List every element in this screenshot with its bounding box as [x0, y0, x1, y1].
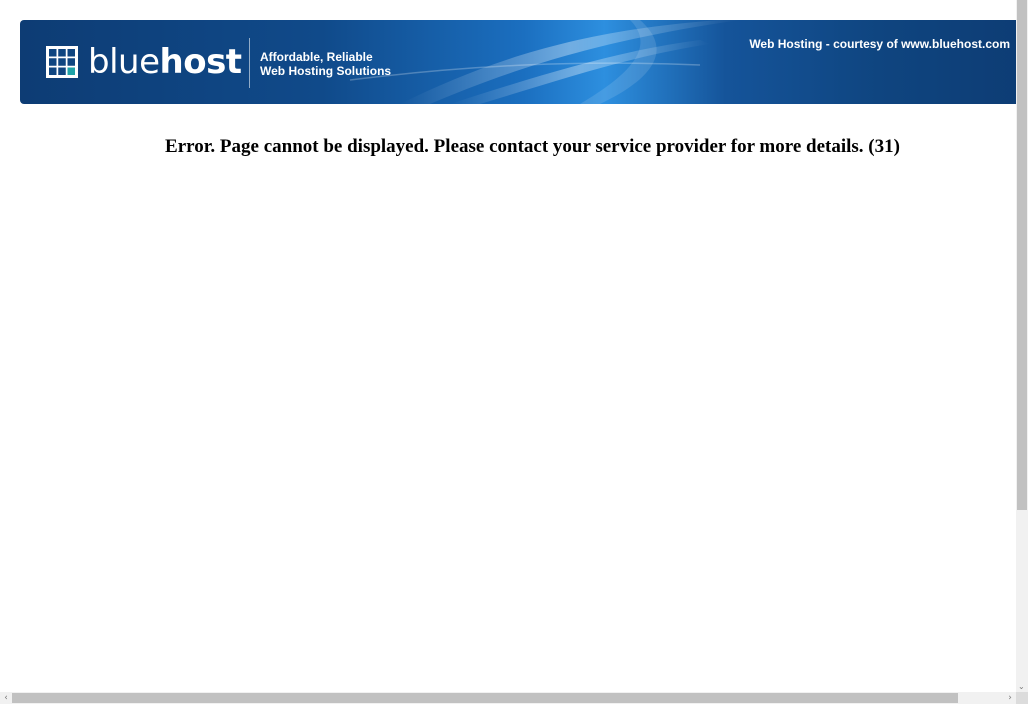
tagline: Affordable, Reliable Web Hosting Solutio…: [260, 50, 391, 78]
tagline-line-2: Web Hosting Solutions: [260, 64, 392, 78]
page: bluehost Affordable, Reliable Web Hostin…: [0, 0, 1028, 704]
header-banner: bluehost Affordable, Reliable Web Hostin…: [20, 20, 1028, 104]
error-message: Error. Page cannot be displayed. Please …: [165, 136, 900, 157]
brand-name: bluehost: [88, 45, 242, 79]
brand-name-light: blue: [88, 42, 160, 82]
tagline-line-1: Affordable, Reliable: [260, 50, 373, 64]
banner-divider: [249, 38, 250, 88]
chevron-down-icon[interactable]: ⌄: [1018, 682, 1026, 692]
brand-name-bold: host: [159, 42, 243, 82]
horizontal-scroll-thumb[interactable]: [12, 693, 958, 703]
horizontal-scrollbar[interactable]: ‹ ›: [0, 692, 1028, 704]
courtesy-link[interactable]: Web Hosting - courtesy of www.bluehost.c…: [749, 37, 1010, 51]
chevron-left-icon[interactable]: ‹: [1, 692, 11, 704]
vertical-scrollbar[interactable]: ⌄: [1016, 0, 1028, 692]
scrollbar-corner: [1016, 692, 1028, 704]
bluehost-logo[interactable]: bluehost: [46, 45, 242, 79]
chevron-right-icon[interactable]: ›: [1005, 692, 1015, 704]
grid-square-icon: [46, 46, 78, 78]
vertical-scroll-thumb[interactable]: [1017, 0, 1027, 510]
